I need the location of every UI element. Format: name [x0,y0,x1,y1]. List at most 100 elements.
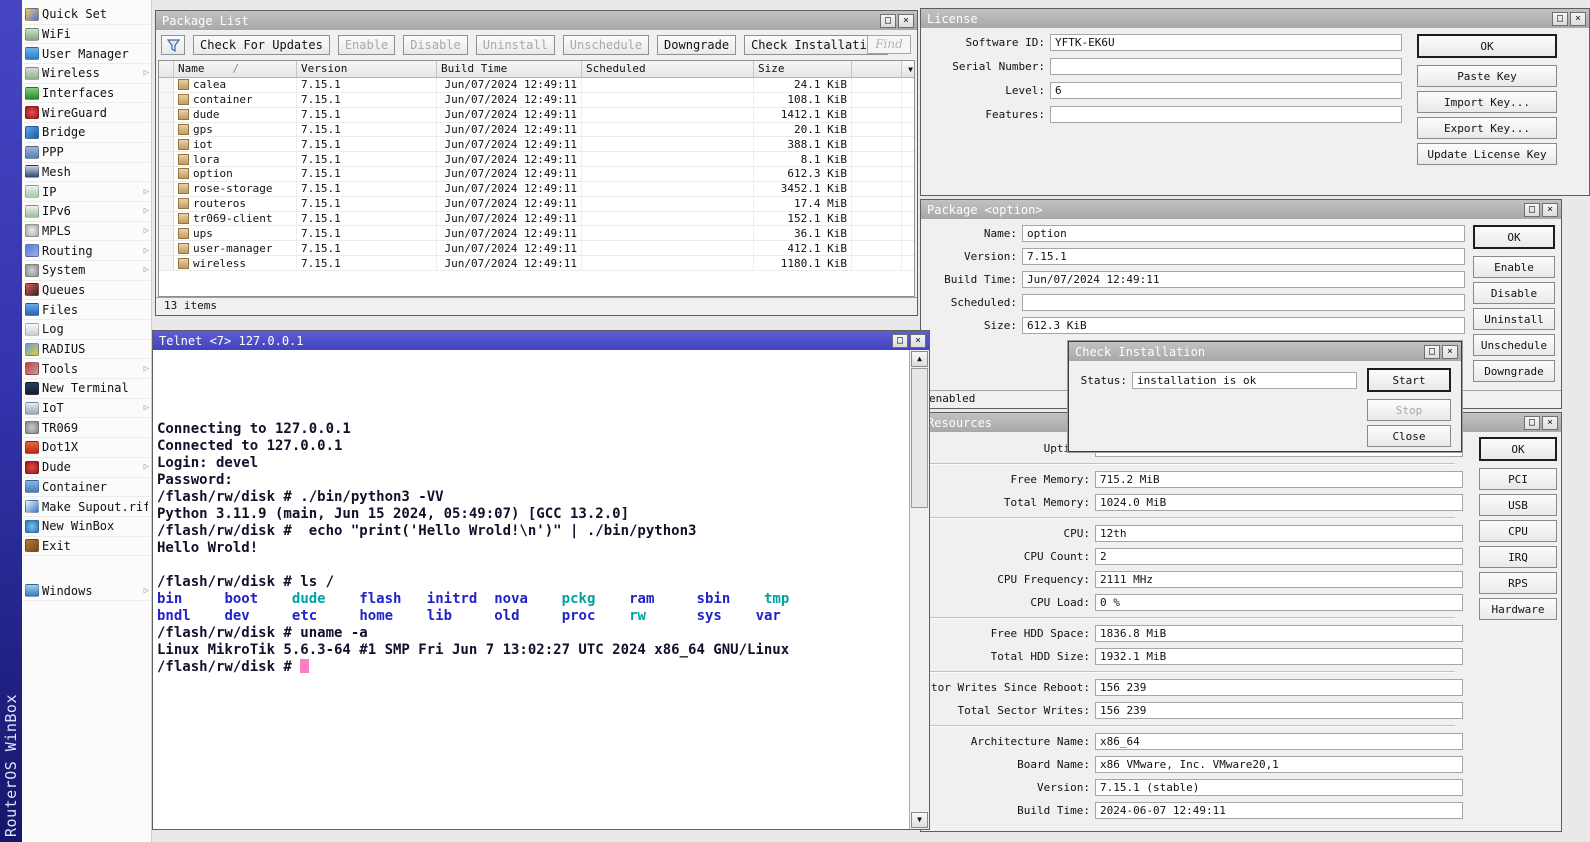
resources-pci-button[interactable]: PCI [1479,468,1557,490]
close-icon[interactable]: × [1442,345,1458,359]
package-list-titlebar[interactable]: Package List □ × [156,11,917,30]
resources-hardware-button[interactable]: Hardware [1479,598,1557,620]
sidebar-item-make-supout-rif[interactable]: Make Supout.rif [22,497,151,517]
vertical-scrollbar[interactable]: ▲ ▼ [909,350,929,829]
maximize-icon[interactable]: □ [892,334,908,348]
resources-free-memory-field[interactable]: 715.2 MiB [1095,471,1463,488]
package-row-rose-storage[interactable]: rose-storage7.15.1Jun/07/2024 12:49:1134… [159,182,914,197]
sidebar-item-dude[interactable]: Dude▷ [22,458,151,478]
sidebar-item-routing[interactable]: Routing▷ [22,241,151,261]
license-import-key-button[interactable]: Import Key... [1417,91,1557,113]
close-icon[interactable]: × [898,14,914,28]
package-name-field[interactable]: option [1022,225,1465,242]
disable-button[interactable]: Disable [403,35,468,55]
package-ok-button[interactable]: OK [1473,225,1555,249]
column-header-version[interactable]: Version [297,61,437,77]
scroll-down-icon[interactable]: ▼ [911,812,928,828]
check-for-updates-button[interactable]: Check For Updates [193,35,330,55]
license-ok-button[interactable]: OK [1417,34,1557,58]
maximize-icon[interactable]: □ [1424,345,1440,359]
resources-usb-button[interactable]: USB [1479,494,1557,516]
package-enable-button[interactable]: Enable [1473,256,1555,278]
sidebar-item-user-manager[interactable]: User Manager [22,44,151,64]
license-update-license-key-button[interactable]: Update License Key [1417,143,1557,165]
resources-cpu-frequency-field[interactable]: 2111 MHz [1095,571,1463,588]
resources-cpu-count-field[interactable]: 2 [1095,548,1463,565]
sidebar-item-wifi[interactable]: WiFi [22,25,151,45]
find-button[interactable]: Find [867,35,911,54]
package-version-field[interactable]: 7.15.1 [1022,248,1465,265]
column-select-dropdown-icon[interactable]: ▼ [902,61,915,77]
maximize-icon[interactable]: □ [1552,12,1568,26]
maximize-icon[interactable]: □ [1524,203,1540,217]
package-row-dude[interactable]: dude7.15.1Jun/07/2024 12:49:111412.1 KiB [159,108,914,123]
unschedule-button[interactable]: Unschedule [563,35,649,55]
column-header-build-time[interactable]: Build Time [437,61,582,77]
package-row-wireless[interactable]: wireless7.15.1Jun/07/2024 12:49:111180.1… [159,256,914,271]
maximize-icon[interactable]: □ [880,14,896,28]
sidebar-item-new-terminal[interactable]: New Terminal [22,379,151,399]
license-paste-key-button[interactable]: Paste Key [1417,65,1557,87]
package-row-calea[interactable]: calea7.15.1Jun/07/2024 12:49:1124.1 KiB [159,78,914,93]
resources-irq-button[interactable]: IRQ [1479,546,1557,568]
sidebar-item-ppp[interactable]: PPP [22,143,151,163]
license-features-field[interactable] [1050,106,1402,123]
package-disable-button[interactable]: Disable [1473,282,1555,304]
column-header-scheduled[interactable]: Scheduled [582,61,754,77]
sidebar-item-iot[interactable]: IoT▷ [22,399,151,419]
resources-board-name-field[interactable]: x86 VMware, Inc. VMware20,1 [1095,756,1463,773]
sidebar-item-new-winbox[interactable]: New WinBox [22,517,151,537]
sidebar-item-mesh[interactable]: Mesh [22,163,151,183]
package-unschedule-button[interactable]: Unschedule [1473,334,1555,356]
terminal-output[interactable]: Connecting to 127.0.0.1Connected to 127.… [153,350,909,829]
license-serial-number-field[interactable] [1050,58,1402,75]
license-export-key-button[interactable]: Export Key... [1417,117,1557,139]
resources-total-memory-field[interactable]: 1024.0 MiB [1095,494,1463,511]
scrollbar-thumb[interactable] [911,368,928,508]
sidebar-item-wireguard[interactable]: WireGuard [22,103,151,123]
package-row-iot[interactable]: iot7.15.1Jun/07/2024 12:49:11388.1 KiB [159,137,914,152]
package-downgrade-button[interactable]: Downgrade [1473,360,1555,382]
maximize-icon[interactable]: □ [1524,416,1540,430]
resources-build-time-field[interactable]: 2024-06-07 12:49:11 [1095,802,1463,819]
license-software-id-field[interactable]: YFTK-EK6U [1050,34,1402,51]
sidebar-item-wireless[interactable]: Wireless▷ [22,64,151,84]
package-row-routeros[interactable]: routeros7.15.1Jun/07/2024 12:49:1117.4 M… [159,197,914,212]
resources-total-hdd-size-field[interactable]: 1932.1 MiB [1095,648,1463,665]
sidebar-item-tr069[interactable]: TR069 [22,418,151,438]
resources-total-sector-writes-field[interactable]: 156 239 [1095,702,1463,719]
sidebar-item-tools[interactable]: Tools▷ [22,359,151,379]
check-close-button[interactable]: Close [1367,425,1451,447]
package-row-option[interactable]: option7.15.1Jun/07/2024 12:49:11612.3 Ki… [159,167,914,182]
check-start-button[interactable]: Start [1367,368,1451,392]
resources-ok-button[interactable]: OK [1479,437,1557,461]
sidebar-item-dot1x[interactable]: Dot1X [22,438,151,458]
sidebar-item-container[interactable]: Container [22,478,151,498]
package-row-lora[interactable]: lora7.15.1Jun/07/2024 12:49:118.1 KiB [159,152,914,167]
resources-cpu-button[interactable]: CPU [1479,520,1557,542]
enable-button[interactable]: Enable [338,35,395,55]
package-scheduled-field[interactable] [1022,294,1465,311]
close-icon[interactable]: × [1570,12,1586,26]
resources-version-field[interactable]: 7.15.1 (stable) [1095,779,1463,796]
sidebar-item-ipv6[interactable]: IPv6▷ [22,202,151,222]
sidebar-item-interfaces[interactable]: Interfaces [22,84,151,104]
package-size-field[interactable]: 612.3 KiB [1022,317,1465,334]
package-row-gps[interactable]: gps7.15.1Jun/07/2024 12:49:1120.1 KiB [159,123,914,138]
sidebar-item-ip[interactable]: IP▷ [22,182,151,202]
uninstall-button[interactable]: Uninstall [476,35,555,55]
license-level-field[interactable]: 6 [1050,82,1402,99]
package-build-time-field[interactable]: Jun/07/2024 12:49:11 [1022,271,1465,288]
downgrade-button[interactable]: Downgrade [657,35,736,55]
check-stop-button[interactable]: Stop [1367,399,1451,421]
sidebar-item-files[interactable]: Files [22,300,151,320]
scroll-up-icon[interactable]: ▲ [911,351,928,367]
close-icon[interactable]: × [910,334,926,348]
resources-architecture-name-field[interactable]: x86_64 [1095,733,1463,750]
sidebar-item-quick-set[interactable]: Quick Set [22,5,151,25]
check-installation-titlebar[interactable]: Check Installation □ × [1069,342,1461,361]
resources-free-hdd-space-field[interactable]: 1836.8 MiB [1095,625,1463,642]
filter-icon-button[interactable] [161,35,185,55]
sidebar-item-exit[interactable]: Exit [22,537,151,557]
column-header-size[interactable]: Size [754,61,852,77]
